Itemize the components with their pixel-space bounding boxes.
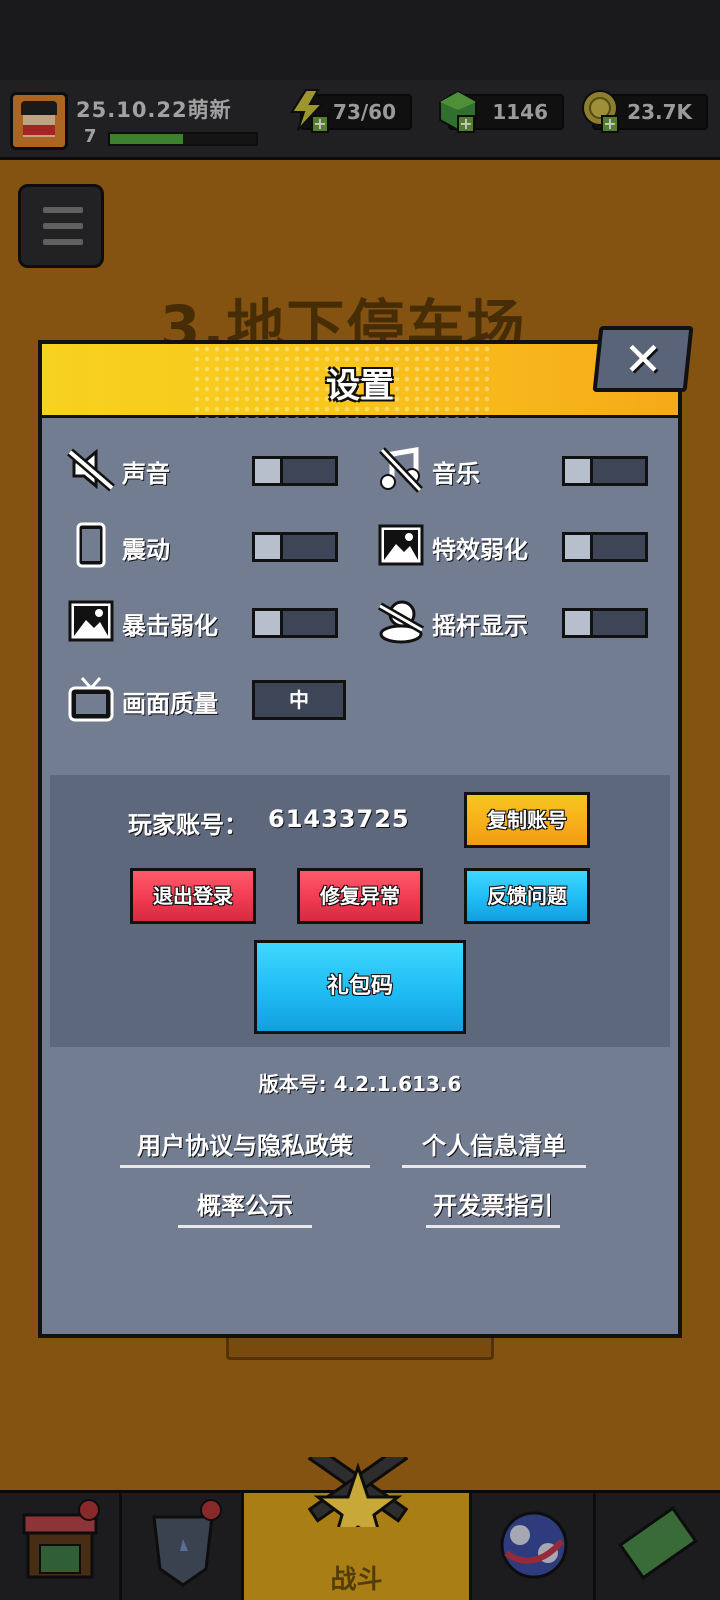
sound-muted-icon bbox=[67, 448, 115, 492]
image-icon bbox=[378, 524, 424, 566]
phone-vibrate-icon bbox=[76, 522, 106, 568]
effects-toggle[interactable] bbox=[562, 532, 648, 562]
vibration-toggle[interactable] bbox=[252, 532, 338, 562]
setting-quality: 画面质量 bbox=[66, 674, 266, 724]
gift-code-button[interactable]: 礼包码 bbox=[254, 940, 466, 1034]
close-icon: ✕ bbox=[623, 332, 663, 386]
quality-selector[interactable]: 中 bbox=[252, 680, 346, 720]
invoice-guide-link[interactable]: 开发票指引 bbox=[426, 1186, 560, 1228]
repair-button[interactable]: 修复异常 bbox=[297, 868, 423, 924]
settings-header: 设置 bbox=[42, 344, 678, 418]
personal-info-link[interactable]: 个人信息清单 bbox=[402, 1126, 586, 1168]
logout-button[interactable]: 退出登录 bbox=[130, 868, 256, 924]
music-toggle[interactable] bbox=[562, 456, 648, 486]
status-bar bbox=[0, 0, 720, 80]
sound-toggle[interactable] bbox=[252, 456, 338, 486]
privacy-policy-link[interactable]: 用户协议与隐私政策 bbox=[120, 1126, 370, 1168]
feedback-button[interactable]: 反馈问题 bbox=[464, 868, 590, 924]
account-label: 玩家账号： bbox=[128, 811, 248, 839]
account-id: 61433725 bbox=[268, 805, 410, 833]
close-button[interactable]: ✕ bbox=[592, 326, 694, 392]
image-icon bbox=[68, 600, 114, 642]
settings-title: 设置 bbox=[326, 366, 394, 406]
setting-label: 摇杆显示 bbox=[432, 612, 528, 640]
setting-label: 声音 bbox=[122, 460, 170, 488]
tv-icon bbox=[68, 677, 114, 722]
copy-account-button[interactable]: 复制账号 bbox=[464, 792, 590, 848]
setting-label: 特效弱化 bbox=[432, 536, 528, 564]
setting-label: 音乐 bbox=[432, 460, 480, 488]
setting-label: 震动 bbox=[122, 536, 170, 564]
music-muted-icon bbox=[379, 447, 423, 493]
setting-label: 画面质量 bbox=[122, 690, 218, 718]
probability-link[interactable]: 概率公示 bbox=[178, 1186, 312, 1228]
version-text: 版本号: 4.2.1.613.6 bbox=[258, 1072, 462, 1096]
setting-label: 暴击弱化 bbox=[122, 612, 218, 640]
joystick-toggle[interactable] bbox=[562, 608, 648, 638]
crit-toggle[interactable] bbox=[252, 608, 338, 638]
joystick-icon bbox=[378, 600, 424, 644]
